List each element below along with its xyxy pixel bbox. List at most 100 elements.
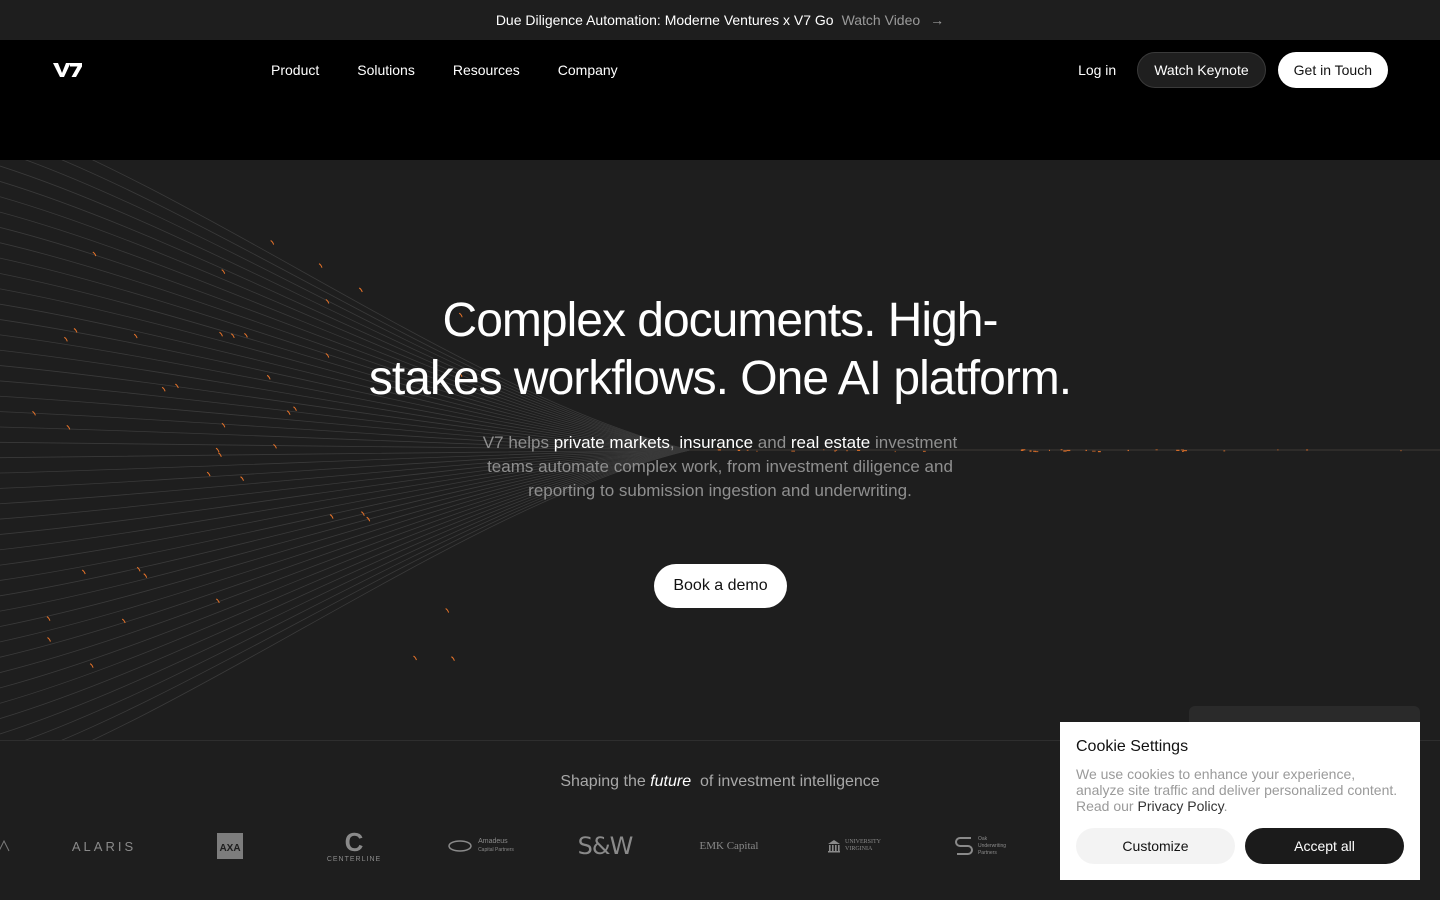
logo-emk-capital: EMK Capital bbox=[699, 840, 759, 852]
hero-particle bbox=[221, 269, 226, 274]
hero-particle bbox=[215, 447, 220, 453]
privacy-policy-link[interactable]: Privacy Policy bbox=[1137, 798, 1223, 814]
amadeus-wordmark: Amadeus bbox=[478, 838, 508, 845]
oak-line1: Oak bbox=[977, 835, 988, 842]
uva-line1: UNIVERSITY bbox=[845, 839, 881, 845]
nav-product[interactable]: Product bbox=[271, 62, 319, 78]
hero-particle bbox=[445, 608, 450, 613]
hero-subtitle: V7 helps private markets, insurance and … bbox=[470, 431, 970, 503]
main-menu: Product Solutions Resources Company bbox=[271, 62, 618, 78]
amadeus-subtitle: Capital Partners bbox=[478, 847, 514, 853]
hero-horizon-particle bbox=[1063, 450, 1067, 452]
sub-highlight-private-markets: private markets bbox=[553, 433, 670, 452]
hero-horizon-particle bbox=[1176, 449, 1180, 451]
customize-button[interactable]: Customize bbox=[1076, 828, 1235, 864]
hero-horizon-particle bbox=[1223, 450, 1226, 452]
accept-all-button[interactable]: Accept all bbox=[1245, 828, 1404, 864]
uva-line2: VIRGINIA bbox=[845, 846, 873, 852]
hero-horizon-particle bbox=[1034, 450, 1039, 453]
centerline-mark: C bbox=[344, 826, 364, 857]
cookie-settings-dialog: Cookie Settings We use cookies to enhanc… bbox=[1060, 722, 1420, 880]
hero-title-line2: stakes workflows. One AI platform. bbox=[368, 352, 1072, 405]
partial-logo-icon bbox=[0, 839, 10, 852]
watch-keynote-button[interactable]: Watch Keynote bbox=[1137, 52, 1266, 88]
top-nav: Product Solutions Resources Company Log … bbox=[0, 40, 1440, 160]
cookie-body-text: We use cookies to enhance your experienc… bbox=[1076, 766, 1398, 814]
arrow-right-icon: → bbox=[930, 12, 945, 28]
logos-heading-em: future bbox=[650, 773, 692, 790]
logo-oak: Oak Underwriting Partners bbox=[946, 826, 1014, 866]
hero-horizon-particle bbox=[1048, 449, 1050, 452]
cookie-title: Cookie Settings bbox=[1076, 738, 1189, 755]
hero-particle bbox=[81, 569, 86, 575]
hero-section: Complex documents. High- stakes workflow… bbox=[0, 160, 1440, 740]
centerline-wordmark: CENTERLINE bbox=[326, 855, 382, 863]
logo-row: ALARIS AXA C CENTERLINE Amadeus Capital … bbox=[0, 826, 1060, 866]
hero-particle bbox=[329, 514, 334, 519]
cookie-buttons: Customize Accept all bbox=[1076, 828, 1404, 864]
hero-particle bbox=[89, 663, 94, 668]
v7-logo-icon bbox=[53, 63, 82, 77]
hero-particle bbox=[318, 263, 323, 268]
hero-particle bbox=[46, 616, 51, 621]
hero-particle bbox=[92, 251, 97, 257]
hero-particle bbox=[206, 471, 211, 477]
hero-particle bbox=[361, 511, 365, 516]
logo-amadeus: Amadeus Capital Partners bbox=[446, 826, 516, 866]
hero-horizon-particle bbox=[1180, 449, 1184, 451]
hero-particle bbox=[240, 476, 244, 481]
hero-horizon-particle bbox=[1306, 449, 1309, 451]
hero-particle bbox=[270, 240, 275, 245]
logo-centerline: C CENTERLINE bbox=[318, 826, 390, 866]
partial-logo bbox=[0, 826, 14, 866]
oak-line2: Underwriting bbox=[977, 842, 1007, 849]
book-demo-button[interactable]: Book a demo bbox=[654, 564, 787, 608]
hero-particle bbox=[413, 655, 417, 661]
amadeus-ellipse-icon bbox=[448, 840, 472, 852]
hero-particle bbox=[273, 443, 277, 449]
logo-axa: AXA bbox=[214, 826, 246, 866]
hero-particle bbox=[451, 656, 455, 661]
watch-video-link[interactable]: Watch Video → bbox=[842, 12, 945, 28]
hero-horizon-particle bbox=[1085, 449, 1087, 452]
uva-building-icon bbox=[828, 840, 840, 853]
hero-horizon-particle bbox=[1127, 449, 1129, 452]
hero-particle bbox=[47, 637, 51, 642]
sub-highlight-insurance: insurance bbox=[679, 433, 754, 452]
sub-text-2: , bbox=[669, 433, 680, 452]
oak-logo-icon bbox=[954, 837, 973, 855]
hero-horizon-particle bbox=[1092, 450, 1096, 452]
hero-horizon-particle bbox=[1029, 450, 1032, 452]
watch-video-label: Watch Video bbox=[841, 12, 921, 28]
logos-heading-post: of investment intelligence bbox=[691, 773, 880, 790]
hero-horizon-particle bbox=[1277, 449, 1279, 451]
logo-sw: S&W bbox=[577, 832, 634, 860]
sub-highlight-real-estate: real estate bbox=[790, 433, 871, 452]
hero-horizon-particle bbox=[1097, 450, 1101, 453]
axa-logo-text: AXA bbox=[219, 843, 240, 854]
sub-text-1: V7 helps bbox=[482, 433, 554, 452]
logos-heading-pre: Shaping the bbox=[560, 773, 651, 790]
logo-alaris: ALARIS bbox=[71, 838, 137, 854]
announcement-text: Due Diligence Automation: Moderne Ventur… bbox=[495, 12, 834, 28]
oak-line3: Partners bbox=[977, 849, 997, 856]
nav-actions: Log in Watch Keynote Get in Touch bbox=[1078, 52, 1388, 88]
nav-solutions[interactable]: Solutions bbox=[357, 62, 415, 78]
login-link[interactable]: Log in bbox=[1078, 62, 1116, 78]
hero-title: Complex documents. High- stakes workflow… bbox=[0, 292, 1440, 408]
hero-title-line1: Complex documents. High- bbox=[442, 294, 999, 347]
axa-logo-icon: AXA bbox=[217, 833, 243, 859]
sub-text-3: and bbox=[753, 433, 791, 452]
cookie-body-period: . bbox=[1223, 798, 1228, 814]
hero-horizon-particle bbox=[1066, 449, 1071, 452]
hero-horizon-particle bbox=[1060, 449, 1063, 451]
nav-resources[interactable]: Resources bbox=[453, 62, 520, 78]
hero-horizon-particle bbox=[1400, 450, 1402, 452]
get-in-touch-button[interactable]: Get in Touch bbox=[1277, 52, 1388, 88]
hero-horizon-particle bbox=[1155, 449, 1158, 451]
cookie-body: We use cookies to enhance your experienc… bbox=[1076, 766, 1404, 814]
v7-logo[interactable] bbox=[52, 60, 84, 80]
nav-company[interactable]: Company bbox=[558, 62, 618, 78]
hero-horizon-particle bbox=[1021, 449, 1026, 451]
logo-uva: UNIVERSITY VIRGINIA bbox=[818, 826, 890, 866]
